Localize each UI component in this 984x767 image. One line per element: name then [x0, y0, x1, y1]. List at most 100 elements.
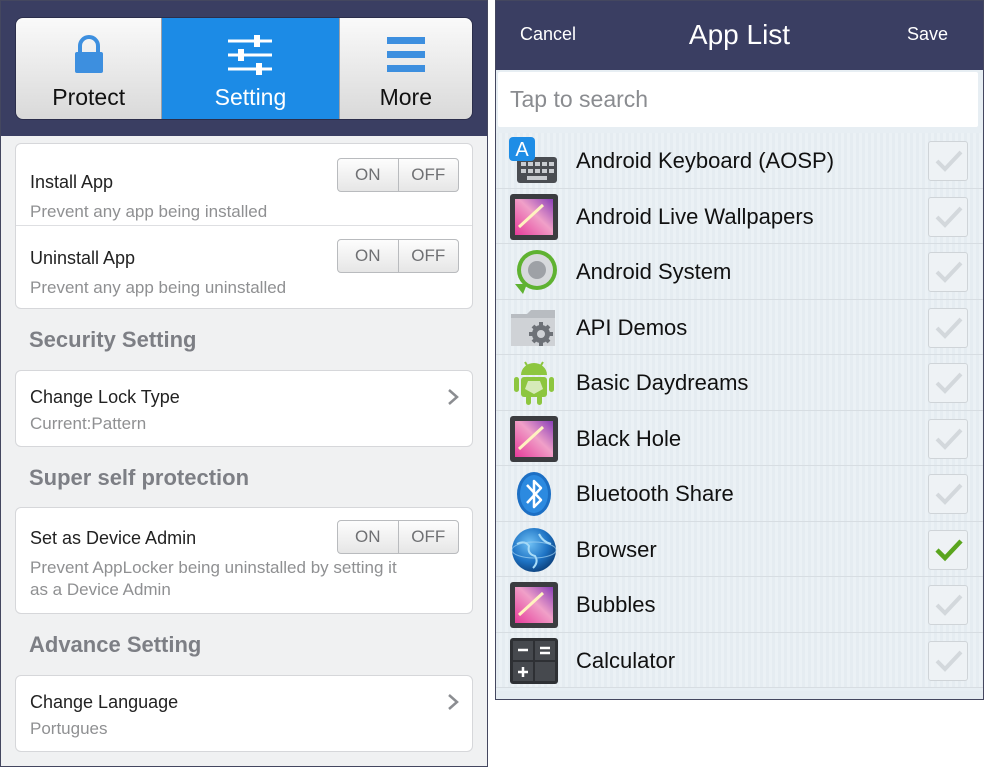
gallery-icon [510, 415, 558, 462]
app-name: Android System [576, 259, 732, 284]
uninstall-app-title: Uninstall App [30, 248, 136, 268]
tab-setting[interactable]: Setting [162, 18, 340, 119]
toggle-on[interactable]: ON [338, 159, 398, 191]
list-scroll-peek [496, 691, 983, 699]
toggle-off[interactable]: OFF [397, 240, 459, 272]
list-item[interactable]: Android Live Wallpapers [496, 188, 983, 244]
checkmark-icon [935, 428, 963, 450]
app-list: A Android Keyboard (AOSP) Android Live W… [496, 133, 983, 688]
install-app-title: Install App [30, 172, 114, 192]
checkmark-icon [935, 150, 963, 172]
android-system-icon [515, 250, 557, 294]
app-list-panel: Cancel App List Save A Android Keyboard … [495, 0, 984, 700]
app-checkbox[interactable] [928, 141, 968, 181]
device-admin-toggle[interactable]: ON OFF [337, 520, 459, 554]
app-checkbox[interactable] [928, 363, 968, 403]
app-checkbox[interactable] [928, 474, 968, 514]
checkmark-icon [935, 650, 963, 672]
app-list-header: Cancel App List Save [496, 1, 983, 70]
android-robot-icon [514, 361, 554, 405]
calculator-icon [510, 637, 558, 684]
app-checkbox[interactable] [928, 640, 968, 681]
app-name: Browser [576, 536, 657, 562]
list-item[interactable]: Basic Daydreams [496, 355, 983, 411]
device-admin-subtitle-line1: Prevent AppLocker being uninstalled by s… [30, 558, 397, 577]
checkmark-icon [935, 538, 963, 561]
app-name: Basic Daydreams [576, 370, 749, 395]
checkmark-icon [935, 206, 963, 228]
uninstall-app-toggle[interactable]: ON OFF [337, 239, 459, 273]
change-language-title: Change Language [30, 692, 179, 712]
app-checkbox[interactable] [928, 529, 968, 570]
app-checkbox[interactable] [928, 418, 968, 459]
change-lock-type-title: Change Lock Type [30, 387, 180, 407]
app-name: Bluetooth Share [576, 481, 734, 506]
app-checkbox[interactable] [928, 196, 968, 237]
gallery-icon [510, 582, 558, 628]
change-language-row[interactable]: Change Language Portugues [15, 675, 473, 752]
toggle-on[interactable]: ON [338, 240, 398, 272]
security-section-heading: Security Setting [29, 327, 197, 352]
app-install-card: Install App Prevent any app being instal… [15, 143, 473, 309]
chevron-right-icon [448, 389, 459, 405]
list-item[interactable]: Black Hole [496, 410, 983, 466]
settings-panel: Protect Setting More Install App Prevent… [0, 0, 488, 767]
tab-more[interactable]: More [339, 18, 472, 119]
settings-header: Protect Setting More [1, 1, 487, 136]
app-name: Android Live Wallpapers [576, 203, 814, 229]
list-item[interactable]: Android System [496, 244, 983, 300]
app-name: Bubbles [576, 592, 656, 617]
toggle-on[interactable]: ON [338, 521, 398, 553]
list-item[interactable]: A Android Keyboard (AOSP) [496, 133, 983, 189]
svg-text:A: A [515, 139, 529, 161]
checkmark-icon [935, 261, 963, 283]
install-app-toggle[interactable]: ON OFF [337, 158, 459, 192]
list-item[interactable]: Bluetooth Share [496, 466, 983, 522]
lock-icon [72, 30, 106, 80]
folder-gear-icon [511, 309, 555, 346]
device-admin-subtitle-line2: as a Device Admin [30, 580, 171, 599]
toggle-off[interactable]: OFF [397, 521, 459, 553]
app-checkbox[interactable] [928, 307, 968, 348]
list-item[interactable]: Calculator [496, 632, 983, 688]
tab-setting-label: Setting [214, 84, 287, 110]
change-lock-type-row[interactable]: Change Lock Type Current:Pattern [15, 370, 473, 447]
self-protection-section-heading: Super self protection [29, 465, 250, 490]
search-input[interactable] [498, 72, 978, 127]
list-item[interactable]: Bubbles [496, 577, 983, 633]
tab-bar: Protect Setting More [15, 17, 473, 120]
device-admin-title: Set as Device Admin [30, 528, 197, 548]
device-admin-row: Set as Device Admin Prevent AppLocker be… [15, 507, 473, 614]
list-item[interactable]: Browser [496, 521, 983, 577]
app-name: Android Keyboard (AOSP) [576, 148, 835, 173]
chevron-right-icon [448, 694, 459, 710]
tab-protect-label: Protect [52, 84, 126, 110]
bluetooth-icon [517, 472, 551, 516]
save-button[interactable]: Save [907, 24, 948, 45]
menu-icon [386, 30, 425, 80]
uninstall-app-subtitle: Prevent any app being uninstalled [30, 278, 287, 297]
tab-more-label: More [379, 84, 432, 110]
globe-icon [511, 527, 557, 572]
toggle-off[interactable]: OFF [397, 159, 459, 191]
app-checkbox[interactable] [928, 585, 968, 625]
change-language-value: Portugues [30, 719, 108, 738]
app-name: API Demos [576, 314, 688, 340]
tab-protect[interactable]: Protect [16, 18, 163, 119]
keyboard-icon: A [509, 137, 557, 183]
change-lock-type-value: Current:Pattern [30, 414, 147, 433]
uninstall-app-row: Uninstall App Prevent any app being unin… [16, 225, 472, 309]
checkmark-icon [935, 594, 963, 616]
checkmark-icon [935, 372, 963, 394]
install-app-row: Install App Prevent any app being instal… [16, 144, 472, 225]
advance-section-heading: Advance Setting [29, 632, 202, 657]
app-checkbox[interactable] [928, 252, 968, 292]
app-name: Black Hole [576, 425, 682, 451]
checkmark-icon [935, 483, 963, 505]
sliders-icon [226, 30, 274, 80]
settings-body: Install App Prevent any app being instal… [1, 136, 487, 766]
gallery-icon [510, 193, 558, 240]
checkmark-icon [935, 317, 963, 339]
list-item[interactable]: API Demos [496, 299, 983, 355]
app-name: Calculator [576, 647, 676, 673]
